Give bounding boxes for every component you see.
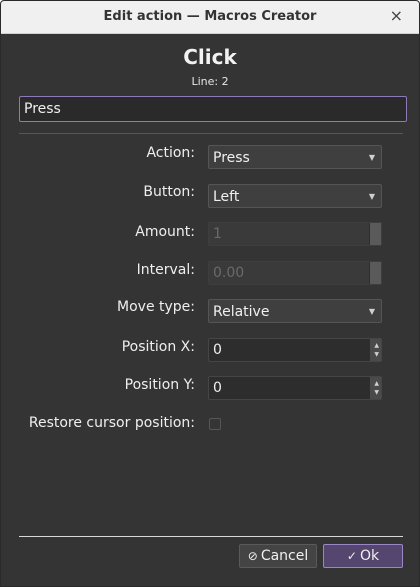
titlebar: Edit action — Macros Creator × — [1, 1, 419, 34]
position-x-stepper[interactable]: ▲ ▼ — [369, 339, 381, 361]
restore-cursor-checkbox[interactable] — [209, 418, 221, 430]
top-separator — [19, 133, 403, 134]
interval-label: Interval: — [136, 262, 195, 278]
window-title: Edit action — Macros Creator — [103, 9, 317, 24]
action-combobox[interactable]: Press ▼ — [208, 145, 382, 169]
footer-separator — [19, 536, 403, 537]
move-type-combobox[interactable]: Relative ▼ — [208, 299, 382, 323]
cancel-button-label: Cancel — [260, 548, 309, 564]
cancel-circle-icon: ⊘ — [247, 549, 258, 563]
position-x-spinbox[interactable]: 0 ▲ ▼ — [208, 338, 382, 362]
chevron-down-icon: ▼ — [368, 192, 375, 201]
position-y-value: 0 — [213, 380, 222, 396]
action-title: Click — [183, 45, 237, 69]
ok-button-label: Ok — [359, 548, 380, 564]
close-icon[interactable]: × — [390, 7, 403, 25]
dialog-content: Click Line: 2 Press Action: Press ▼ Butt… — [1, 34, 419, 586]
action-name-input[interactable]: Press — [19, 96, 407, 122]
button-combobox[interactable]: Left ▼ — [208, 184, 382, 208]
move-type-label: Move type: — [117, 299, 195, 315]
position-y-label: Position Y: — [124, 377, 195, 393]
amount-spinbox: 1 — [208, 222, 382, 246]
interval-spinbox: 0.00 — [208, 261, 382, 285]
position-y-spinbox[interactable]: 0 ▲ ▼ — [208, 376, 382, 400]
arrow-up-icon[interactable]: ▲ — [374, 342, 379, 349]
ok-button[interactable]: ✓ Ok — [323, 544, 403, 568]
line-number: Line: 2 — [191, 75, 229, 88]
checkmark-icon: ✓ — [346, 549, 357, 563]
interval-value: 0.00 — [213, 265, 245, 281]
move-type-value: Relative — [213, 304, 270, 320]
restore-cursor-label: Restore cursor position: — [28, 415, 195, 431]
arrow-down-icon[interactable]: ▼ — [374, 351, 379, 358]
button-value: Left — [213, 189, 240, 205]
position-x-value: 0 — [213, 342, 222, 358]
amount-label: Amount: — [135, 224, 195, 240]
arrow-up-icon[interactable]: ▲ — [374, 380, 379, 387]
amount-value: 1 — [213, 226, 222, 242]
position-x-label: Position X: — [121, 339, 195, 355]
action-label: Action: — [146, 145, 195, 161]
chevron-down-icon: ▼ — [368, 307, 375, 316]
amount-stepper — [369, 223, 381, 245]
button-label: Button: — [143, 184, 195, 200]
interval-stepper — [369, 262, 381, 284]
position-y-stepper[interactable]: ▲ ▼ — [369, 377, 381, 399]
chevron-down-icon: ▼ — [368, 153, 375, 162]
arrow-down-icon[interactable]: ▼ — [374, 389, 379, 396]
edit-action-window: Edit action — Macros Creator × Click Lin… — [0, 0, 420, 587]
action-value: Press — [213, 150, 250, 166]
cancel-button[interactable]: ⊘ Cancel — [239, 544, 317, 568]
